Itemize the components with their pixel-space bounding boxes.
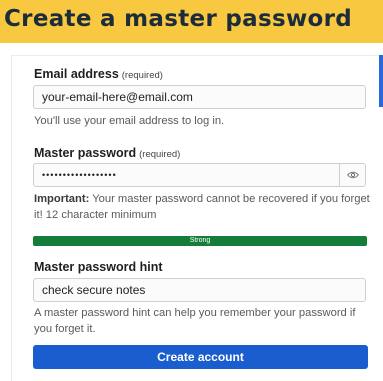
create-account-page: Create a master password Email address (r…	[0, 0, 383, 381]
password-hint-field[interactable]	[33, 278, 366, 302]
card-accent	[379, 55, 383, 107]
master-password-help-text: Important: Your master password cannot b…	[34, 191, 370, 223]
password-strength-label: Strong	[189, 237, 211, 244]
eye-icon	[346, 171, 359, 179]
master-password-required-tag: (required)	[139, 149, 181, 160]
master-password-field[interactable]	[33, 163, 340, 187]
email-label: Email address (required)	[34, 67, 163, 81]
create-account-button[interactable]: Create account	[33, 345, 368, 369]
master-password-label: Master password (required)	[34, 146, 180, 160]
password-hint-help-text: A master password hint can help you reme…	[34, 307, 356, 335]
toggle-password-visibility-button[interactable]	[339, 163, 366, 187]
header-banner: Create a master password	[0, 0, 383, 43]
password-strength-meter: Strong	[33, 236, 367, 246]
master-password-group	[33, 163, 366, 187]
email-field[interactable]	[33, 85, 366, 109]
master-password-label-text: Master password	[34, 146, 137, 160]
email-label-text: Email address	[34, 67, 119, 81]
master-password-help-strong: Important:	[34, 193, 90, 205]
email-help-text: You'll use your email address to log in.	[34, 115, 225, 127]
password-hint-label: Master password hint	[34, 260, 163, 274]
email-required-tag: (required)	[121, 70, 163, 81]
page-title: Create a master password	[4, 6, 353, 32]
